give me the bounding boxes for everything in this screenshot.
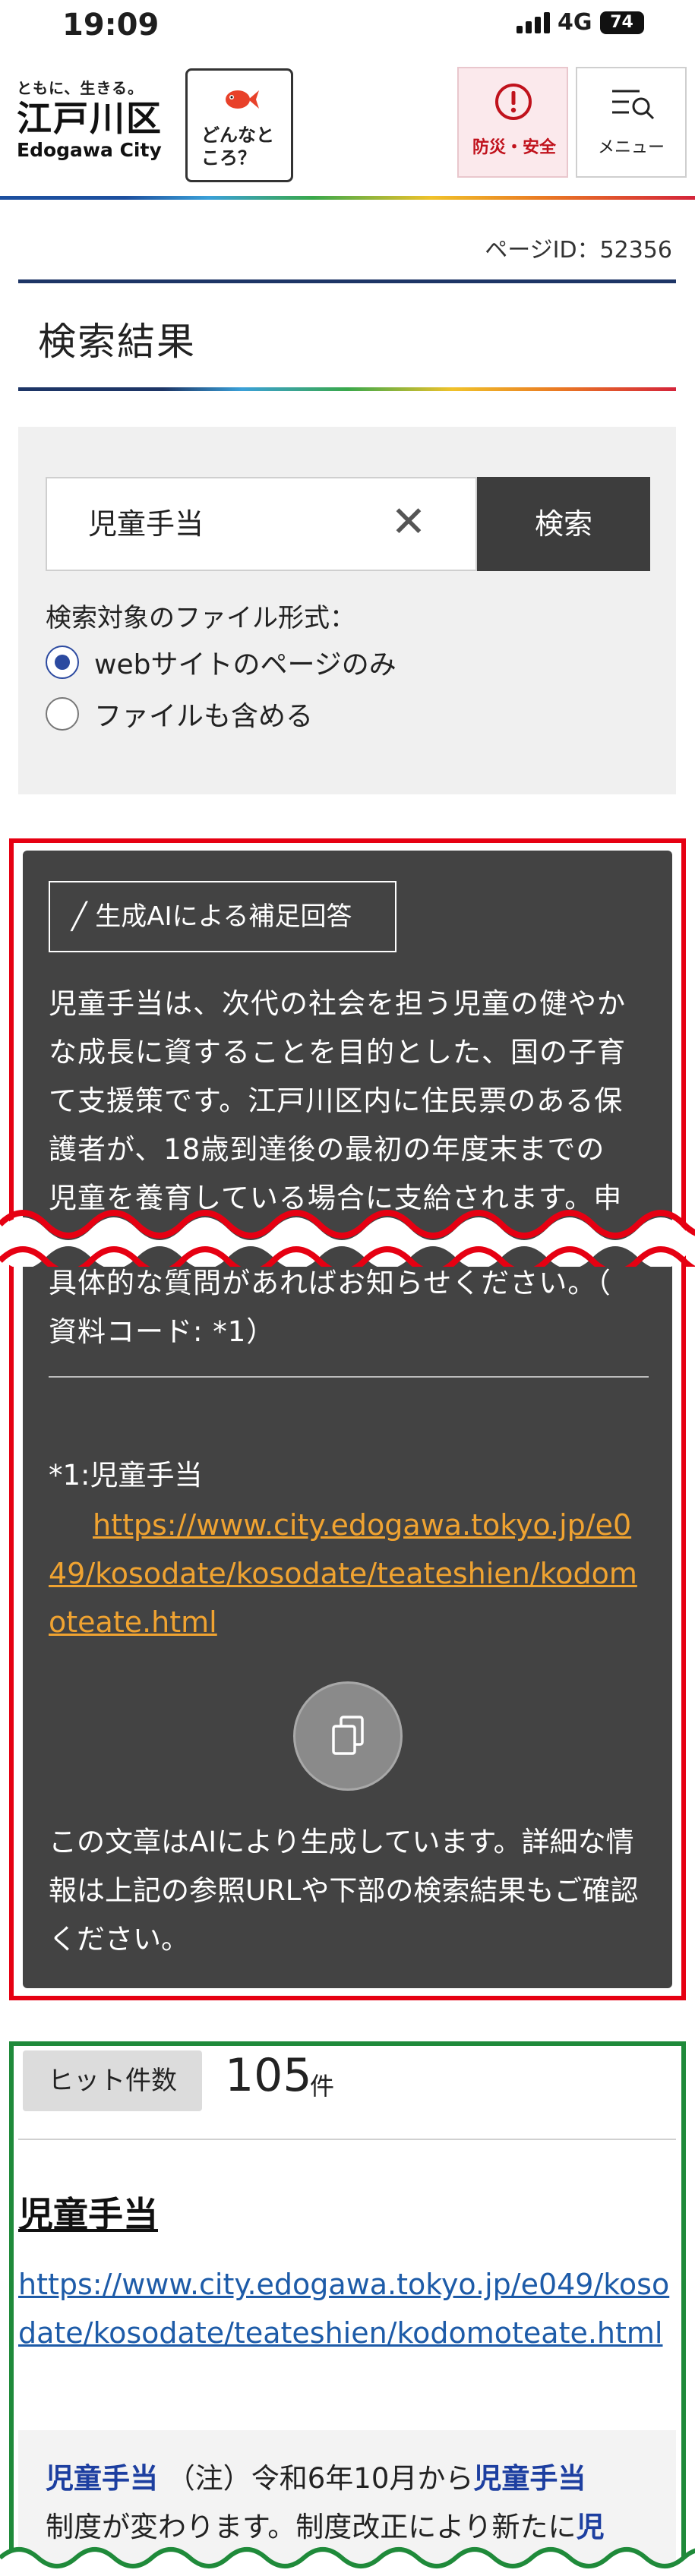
title-underline — [18, 387, 676, 391]
header-divider — [0, 196, 695, 200]
ai-line-1: 児童手当は、次代の社会を担う児童の健やか — [49, 987, 626, 1020]
result-title-link[interactable]: 児童手当 — [18, 2187, 158, 2237]
snippet-text: （注）令和6年10月から — [166, 2462, 474, 2495]
logo-sub: Edogawa City — [17, 139, 162, 161]
radio-selected-icon[interactable] — [46, 646, 79, 679]
copy-button[interactable] — [293, 1681, 403, 1791]
signal-icon — [517, 11, 550, 33]
logo-tagline: ともに、生きる。 — [17, 79, 144, 97]
battery-icon: 74 — [599, 11, 644, 34]
radio-include-files[interactable]: ファイルも含める — [46, 694, 313, 734]
donna-text: どんなところ？ — [201, 125, 274, 169]
status-indicators: 4G 74 — [517, 9, 644, 36]
search-button[interactable]: 検索 — [477, 477, 650, 571]
ai-disclaimer: この文章はAIにより生成しています。詳細な情報は上記の参照URLや下部の検索結果… — [49, 1826, 639, 1956]
result-url-link[interactable]: https://www.city.edogawa.tokyo.jp/e049/k… — [18, 2260, 676, 2357]
omission-wave — [0, 1210, 695, 1267]
ai-line-6: 具体的な質問があればお知らせください。（ — [49, 1267, 611, 1299]
clear-icon[interactable]: ✕ — [387, 501, 430, 544]
page-id: ページID：52356 — [485, 237, 672, 264]
snippet-keyword: 児童手当 — [473, 2462, 586, 2495]
hit-count-unit: 件 — [310, 2072, 335, 2101]
radio-web-only-label: webサイトのページのみ — [94, 649, 396, 680]
donna-tokoro-button[interactable]: どんなところ？ — [185, 68, 293, 182]
omission-wave-bottom — [0, 2547, 695, 2576]
radio-web-only[interactable]: webサイトのページのみ — [46, 642, 396, 682]
snippet-text: 制度が変わります。制度改正により新たに — [46, 2511, 577, 2543]
copy-icon — [332, 1716, 364, 1755]
status-time: 19:09 — [62, 8, 160, 43]
hit-count: 105 — [225, 2049, 312, 2102]
alert-icon — [495, 84, 532, 120]
ai-reference-link[interactable]: https://www.city.edogawa.tokyo.jp/e049/k… — [49, 1501, 649, 1646]
ai-line-4: 護者が、18歳到達後の最初の年度末までの — [49, 1133, 605, 1166]
ai-reference-label: *1:児童手当 — [49, 1459, 203, 1492]
goldfish-icon — [226, 90, 259, 109]
menu-label: メニュー — [597, 138, 665, 157]
radio-unselected-icon[interactable] — [46, 697, 79, 731]
snippet-keyword: 児童手当 — [46, 2462, 158, 2495]
filetype-label: 検索対象のファイル形式： — [46, 603, 355, 633]
menu-search-icon — [612, 90, 655, 120]
ai-line-3: て支援策です。江戸川区内に住民票のある保 — [49, 1084, 624, 1117]
menu-button[interactable]: メニュー — [576, 67, 687, 178]
ai-badge: ╱ 生成AIによる補足回答 — [49, 881, 396, 952]
radio-include-files-label: ファイルも含める — [94, 701, 314, 732]
disaster-safety-label: 防災・安全 — [472, 138, 556, 157]
ai-line-7: 資料コード: *1） — [49, 1315, 276, 1348]
snippet-keyword: 児 — [576, 2511, 605, 2543]
result-snippet: 児童手当 （注）令和6年10月から児童手当 制度が変わります。制度改正により新た… — [46, 2454, 653, 2552]
hit-count-label: ヒット件数 — [23, 2050, 202, 2111]
network-label: 4G — [558, 9, 592, 36]
results-divider — [18, 2139, 676, 2140]
ai-line-2: な成長に資することを目的とした、国の子育 — [49, 1036, 626, 1069]
logo-main: 江戸川区 — [17, 98, 163, 139]
city-logo[interactable]: ともに、生きる。 江戸川区 Edogawa City — [17, 76, 169, 182]
title-top-rule — [18, 279, 676, 283]
page-title: 検索結果 — [38, 320, 196, 364]
disaster-safety-button[interactable]: 防災・安全 — [457, 67, 568, 178]
ai-divider — [49, 1376, 649, 1378]
